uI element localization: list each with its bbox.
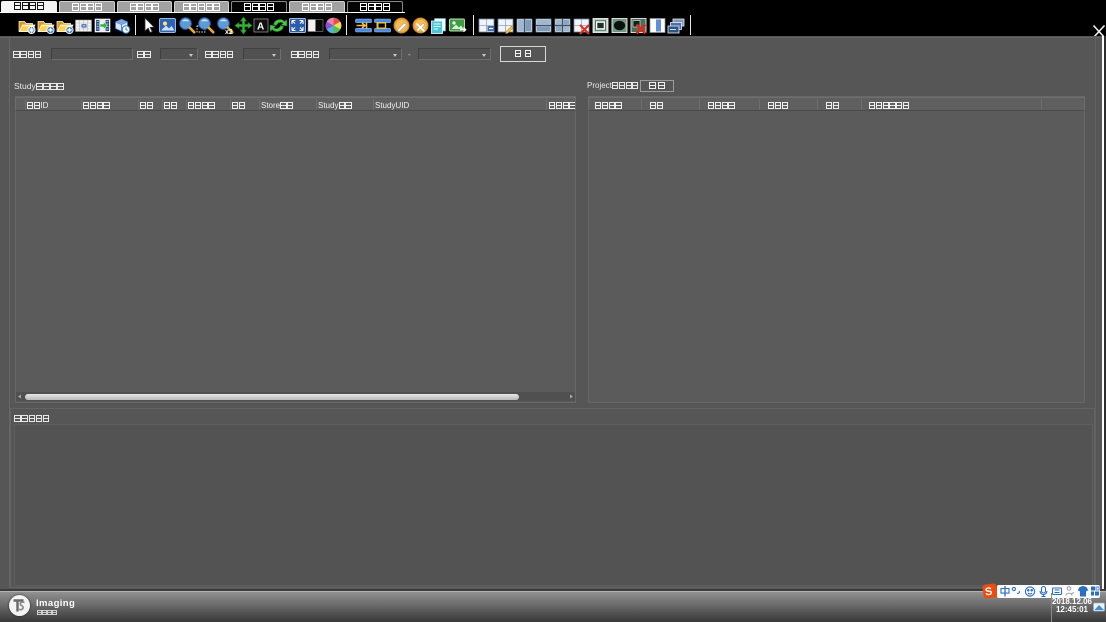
svg-text:A: A	[257, 22, 264, 33]
svg-text:x2: x2	[225, 29, 233, 35]
